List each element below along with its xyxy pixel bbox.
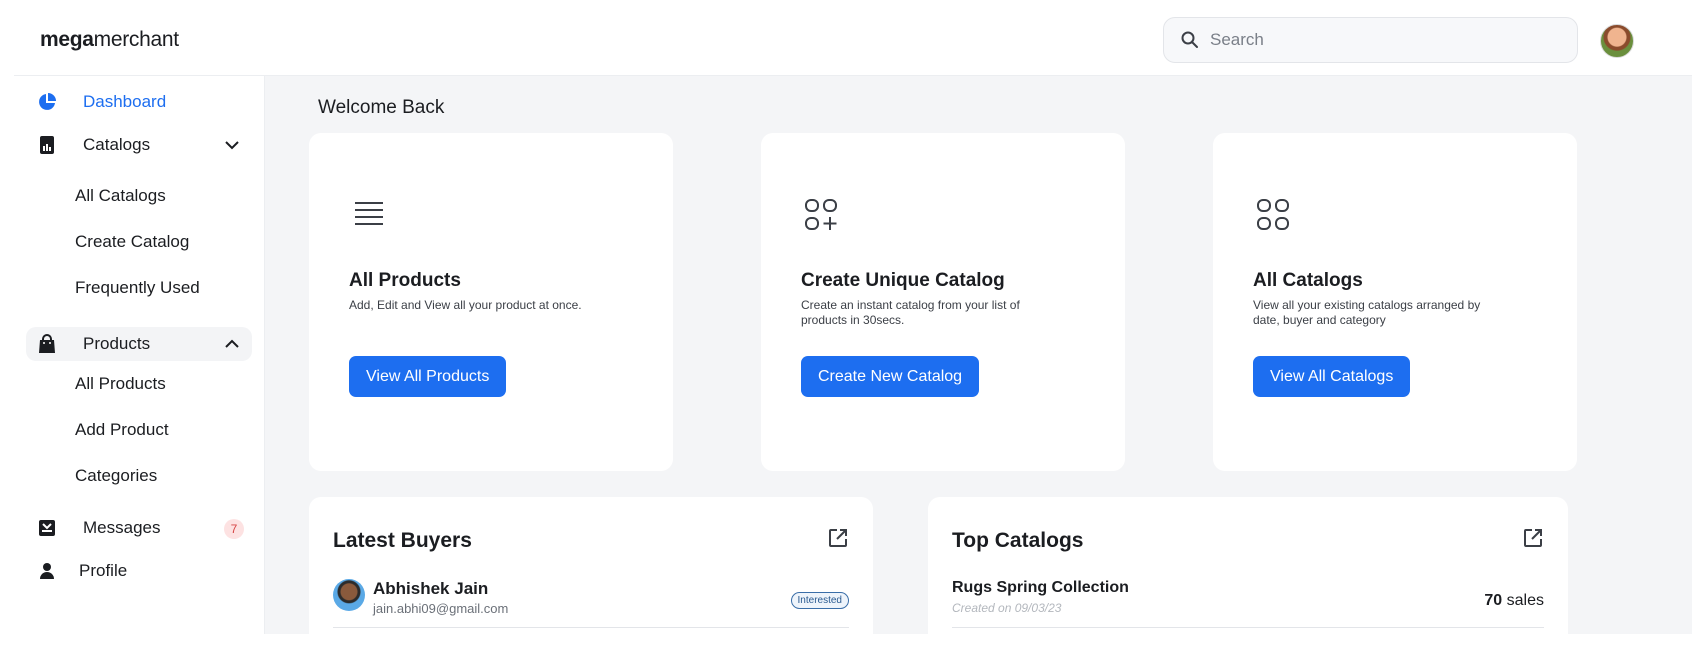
card-description: View all your existing catalogs arranged…: [1253, 298, 1481, 327]
app-window: megamerchant Dashboard Catalogs All Cata: [14, 4, 1692, 647]
user-avatar[interactable]: [1600, 24, 1634, 58]
sidebar-item-label: Dashboard: [83, 92, 167, 111]
page-title: Welcome Back: [318, 97, 445, 118]
pie-chart-icon: [36, 91, 58, 113]
sidebar-subitem-frequently-used[interactable]: Frequently Used: [75, 278, 200, 298]
catalog-name[interactable]: Rugs Spring Collection: [952, 579, 1129, 597]
top-bar: megamerchant: [14, 4, 1692, 76]
external-link-icon[interactable]: [1522, 527, 1544, 549]
search-input[interactable]: [1210, 30, 1550, 50]
status-badge: Interested: [790, 592, 849, 609]
panel-title: Latest Buyers: [333, 529, 472, 552]
inbox-icon: [36, 517, 58, 539]
sidebar-item-messages[interactable]: Messages 7: [26, 511, 252, 545]
catalog-sales-count: 70: [1484, 592, 1503, 609]
view-all-catalogs-button[interactable]: View All Catalogs: [1253, 356, 1411, 397]
brand-logo-bold: mega: [40, 28, 94, 51]
user-icon: [36, 560, 58, 582]
create-new-catalog-button[interactable]: Create New Catalog: [801, 356, 980, 397]
sidebar-subitem-all-catalogs[interactable]: All Catalogs: [75, 186, 166, 206]
sidebar-item-label: Products: [83, 334, 151, 353]
latest-buyers-panel: Latest Buyers Abhishek Jain jain.abhi09@…: [309, 497, 873, 647]
chevron-down-icon[interactable]: [224, 137, 240, 153]
sidebar-subitem-create-catalog[interactable]: Create Catalog: [75, 232, 189, 252]
sidebar-subitem-all-products[interactable]: All Products: [75, 374, 166, 394]
catalog-sales: 70 sales: [1484, 592, 1544, 610]
search-box[interactable]: [1163, 17, 1578, 63]
brand-logo[interactable]: megamerchant: [40, 28, 179, 52]
view-all-products-button[interactable]: View All Products: [349, 356, 507, 397]
sidebar-item-dashboard[interactable]: Dashboard: [26, 85, 252, 119]
card-all-products: All Products Add, Edit and View all your…: [309, 133, 673, 471]
buyer-name[interactable]: Abhishek Jain: [373, 579, 488, 599]
brand-logo-light: merchant: [93, 28, 179, 51]
add-grid-icon: [805, 199, 837, 230]
external-link-icon[interactable]: [827, 527, 849, 549]
buyer-avatar: [333, 579, 365, 611]
list-icon: [355, 202, 383, 225]
card-description: Create an instant catalog from your list…: [801, 298, 1020, 327]
catalog-book-icon: [36, 134, 58, 156]
card-title: Create Unique Catalog: [801, 270, 1005, 291]
search-icon: [1181, 31, 1198, 48]
row-divider: [952, 627, 1544, 628]
sidebar-subitem-categories[interactable]: Categories: [75, 466, 157, 486]
sidebar-subitem-add-product[interactable]: Add Product: [75, 420, 169, 440]
sidebar-item-label: Catalogs: [83, 135, 151, 154]
sidebar-item-profile[interactable]: Profile: [26, 554, 252, 588]
sidebar-item-label: Profile: [79, 561, 128, 580]
buyer-email: jain.abhi09@gmail.com: [373, 601, 509, 616]
row-divider: [333, 627, 849, 628]
card-description: Add, Edit and View all your product at o…: [349, 298, 582, 312]
catalog-created-date: Created on 09/03/23: [952, 601, 1062, 615]
card-title: All Catalogs: [1253, 270, 1363, 291]
messages-count-badge: 7: [224, 519, 244, 539]
panel-title: Top Catalogs: [952, 529, 1084, 552]
shopping-bag-icon: [36, 333, 58, 355]
sidebar: Dashboard Catalogs All Catalogs Create C…: [14, 76, 265, 634]
sidebar-item-catalogs[interactable]: Catalogs: [26, 128, 252, 162]
grid-icon: [1257, 199, 1289, 230]
card-all-catalogs: All Catalogs View all your existing cata…: [1213, 133, 1577, 471]
card-create-catalog: Create Unique Catalog Create an instant …: [761, 133, 1125, 471]
sidebar-item-products[interactable]: Products: [26, 327, 252, 361]
chevron-up-icon[interactable]: [224, 336, 240, 352]
catalog-sales-unit: sales: [1506, 592, 1544, 609]
card-title: All Products: [349, 270, 461, 291]
sidebar-item-label: Messages: [83, 518, 161, 537]
top-catalogs-panel: Top Catalogs Rugs Spring Collection Crea…: [928, 497, 1568, 647]
main-content: Welcome Back All Products Add, Edit and …: [265, 76, 1692, 647]
